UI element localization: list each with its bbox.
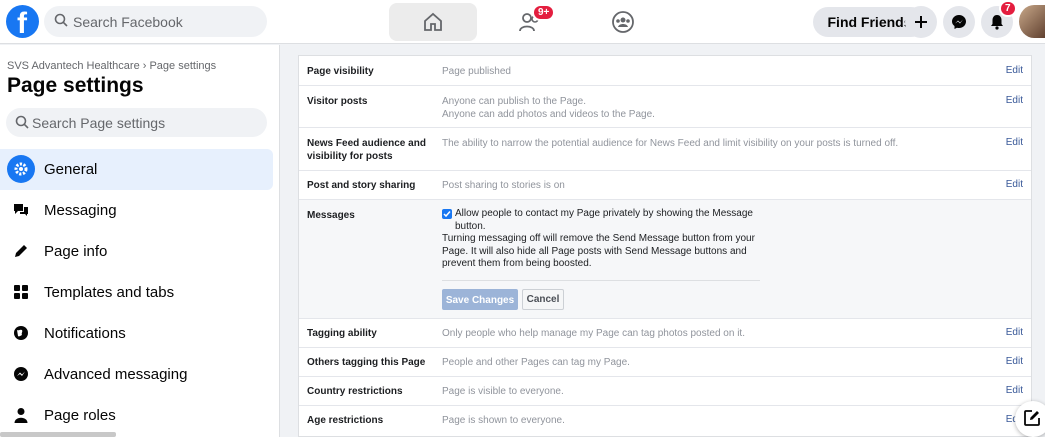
sidebar-item-general[interactable]: General bbox=[0, 149, 273, 190]
setting-value-secondary: Anyone can add photos and videos to the … bbox=[442, 109, 655, 120]
general-settings-panel: Page visibility Page published Edit Visi… bbox=[298, 55, 1032, 437]
search-icon bbox=[54, 13, 68, 32]
friends-badge: 9+ bbox=[532, 4, 556, 21]
search-page-settings-placeholder: Search Page settings bbox=[32, 115, 166, 131]
messenger-button[interactable] bbox=[943, 6, 975, 38]
sidebar-item-label: Notifications bbox=[44, 325, 126, 342]
setting-label: Visitor posts bbox=[307, 96, 368, 107]
settings-row-page-visibility[interactable]: Page visibility Page published Edit bbox=[299, 56, 1031, 85]
setting-value: Page is visible to everyone. bbox=[442, 386, 564, 397]
pencil-icon bbox=[7, 237, 35, 265]
sidebar-item-messaging[interactable]: Messaging bbox=[0, 190, 273, 231]
settings-row-country-restrictions[interactable]: Country restrictions Page is visible to … bbox=[299, 376, 1031, 405]
facebook-logo[interactable]: f bbox=[6, 5, 39, 40]
sidebar-item-label: General bbox=[44, 161, 98, 178]
settings-row-messages: Messages Allow people to contact my Page… bbox=[299, 199, 1031, 318]
messages-note: Turning messaging off will remove the Se… bbox=[442, 233, 755, 269]
breadcrumb[interactable]: SVS Advantech Healthcare › Page settings bbox=[7, 60, 216, 72]
page-title: Page settings bbox=[7, 74, 144, 97]
bell-icon bbox=[991, 15, 1003, 30]
plus-icon bbox=[915, 16, 927, 28]
groups-icon bbox=[612, 11, 634, 33]
setting-value: Page is shown to everyone. bbox=[442, 415, 565, 426]
setting-label: Page visibility bbox=[307, 66, 374, 77]
home-icon bbox=[424, 12, 442, 31]
edit-link[interactable]: Edit bbox=[1006, 179, 1023, 190]
setting-value: Only people who help manage my Page can … bbox=[442, 328, 745, 339]
settings-row-age-restrictions[interactable]: Age restrictions Page is shown to everyo… bbox=[299, 405, 1031, 436]
facebook-search-input[interactable]: Search Facebook bbox=[44, 6, 267, 37]
home-tab[interactable] bbox=[389, 3, 477, 41]
messages-edit-form: Allow people to contact my Page privatel… bbox=[442, 208, 762, 271]
new-message-button[interactable] bbox=[1015, 401, 1045, 437]
setting-label: Messages bbox=[307, 210, 355, 221]
create-button[interactable] bbox=[905, 6, 937, 38]
setting-value: Post sharing to stories is on bbox=[442, 180, 565, 191]
setting-label: Others tagging this Page bbox=[307, 357, 426, 368]
search-icon bbox=[15, 115, 29, 134]
divider bbox=[442, 280, 760, 281]
save-changes-button[interactable]: Save Changes bbox=[442, 289, 518, 310]
settings-sidebar: SVS Advantech Healthcare › Page settings… bbox=[0, 45, 280, 437]
sidebar-item-label: Page info bbox=[44, 243, 108, 260]
setting-label: News Feed audience and visibility for po… bbox=[307, 138, 426, 162]
sidebar-item-label: Advanced messaging bbox=[44, 366, 188, 383]
sidebar-item-label: Templates and tabs bbox=[44, 284, 175, 301]
sidebar-item-notifications[interactable]: Notifications bbox=[0, 313, 273, 354]
setting-label: Country restrictions bbox=[307, 386, 403, 397]
top-navigation-bar: f Search Facebook 9+ Find Friends 7 bbox=[0, 0, 1045, 44]
messenger-icon bbox=[7, 360, 35, 388]
groups-tab[interactable] bbox=[578, 3, 666, 41]
search-page-settings-input[interactable]: Search Page settings bbox=[6, 108, 267, 137]
notifications-button[interactable]: 7 bbox=[981, 0, 1017, 38]
friends-tab[interactable]: 9+ bbox=[485, 3, 573, 41]
setting-value: People and other Pages can tag my Page. bbox=[442, 357, 630, 368]
sidebar-scrollbar[interactable] bbox=[0, 432, 116, 437]
messenger-icon bbox=[952, 15, 966, 29]
settings-row-news-feed-audience[interactable]: News Feed audience and visibility for po… bbox=[299, 127, 1031, 170]
setting-value: The ability to narrow the potential audi… bbox=[442, 138, 899, 149]
sidebar-item-label: Messaging bbox=[44, 202, 117, 219]
setting-value: Anyone can publish to the Page. bbox=[442, 96, 586, 107]
search-placeholder: Search Facebook bbox=[73, 14, 183, 30]
compose-icon bbox=[1024, 410, 1040, 426]
sidebar-item-page-info[interactable]: Page info bbox=[0, 231, 273, 272]
settings-row-others-tagging[interactable]: Others tagging this Page People and othe… bbox=[299, 347, 1031, 376]
allow-messages-label[interactable]: Allow people to contact my Page privatel… bbox=[442, 208, 762, 233]
edit-link[interactable]: Edit bbox=[1006, 385, 1023, 396]
allow-messages-checkbox[interactable] bbox=[442, 209, 452, 219]
sidebar-item-advanced-messaging[interactable]: Advanced messaging bbox=[0, 354, 273, 395]
person-icon bbox=[7, 401, 35, 429]
edit-link[interactable]: Edit bbox=[1006, 65, 1023, 76]
edit-link[interactable]: Edit bbox=[1006, 327, 1023, 338]
setting-value: Page published bbox=[442, 66, 511, 77]
grid-icon bbox=[7, 278, 35, 306]
sidebar-item-label: Page roles bbox=[44, 407, 116, 424]
notifications-badge: 7 bbox=[999, 0, 1017, 17]
setting-label: Tagging ability bbox=[307, 328, 377, 339]
sidebar-item-page-roles[interactable]: Page roles bbox=[0, 395, 273, 436]
edit-link[interactable]: Edit bbox=[1006, 95, 1023, 106]
checkmark-icon bbox=[443, 211, 451, 218]
edit-link[interactable]: Edit bbox=[1006, 356, 1023, 367]
settings-row-tagging-ability[interactable]: Tagging ability Only people who help man… bbox=[299, 318, 1031, 347]
sidebar-item-templates-and-tabs[interactable]: Templates and tabs bbox=[0, 272, 273, 313]
settings-row-post-and-story-sharing[interactable]: Post and story sharing Post sharing to s… bbox=[299, 170, 1031, 199]
setting-label: Post and story sharing bbox=[307, 180, 416, 191]
profile-avatar[interactable] bbox=[1019, 5, 1045, 38]
setting-label: Age restrictions bbox=[307, 415, 384, 426]
gear-icon bbox=[7, 155, 35, 183]
cancel-button[interactable]: Cancel bbox=[522, 289, 564, 310]
edit-link[interactable]: Edit bbox=[1006, 137, 1023, 148]
chat-bubbles-icon bbox=[7, 196, 35, 224]
settings-row-visitor-posts[interactable]: Visitor posts Anyone can publish to the … bbox=[299, 85, 1031, 127]
globe-icon bbox=[7, 319, 35, 347]
